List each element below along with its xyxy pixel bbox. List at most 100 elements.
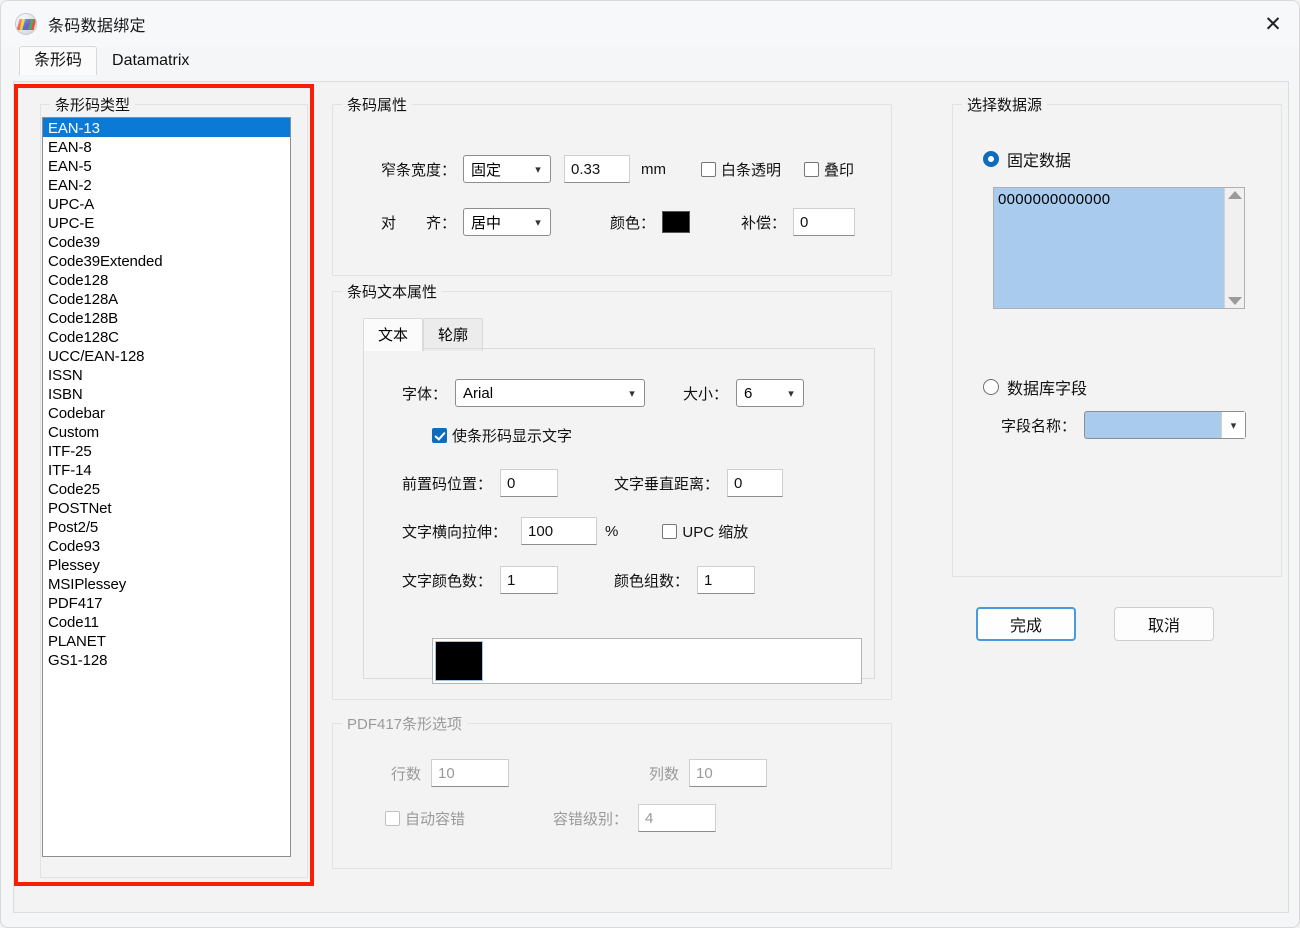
barcode-type-option[interactable]: ISBN [43,384,290,403]
compensation-input[interactable]: 0 [793,208,856,236]
show-text-checkbox[interactable]: 使条形码显示文字 [432,425,572,446]
narrow-width-label: 窄条宽度： [381,161,457,179]
barcode-type-listbox[interactable]: EAN-13 EAN-8 EAN-5 EAN-2 UPC-A UPC-E Code39 Cod… [42,117,291,857]
barcode-type-option[interactable]: UCC/EAN-128 [43,346,290,365]
checkbox-box [804,161,820,177]
text-color-chip[interactable] [435,641,483,681]
barcode-type-option[interactable]: PDF417 [43,593,290,612]
checkbox-box [701,161,717,177]
barcode-type-option[interactable]: EAN-2 [43,175,290,194]
font-select[interactable]: Arial ▾ [455,379,646,407]
align-row: 对 齐： 居中 ▾ 颜色： 补偿： 0 [381,208,856,236]
chevron-down-icon: ▾ [1221,412,1246,438]
ok-button[interactable]: 完成 [976,607,1076,641]
barcode-type-option[interactable]: Code39 [43,232,290,251]
field-name-row: 字段名称： ▾ [1001,411,1247,439]
compensation-label: 补偿： [741,214,787,232]
scroll-down-icon[interactable] [1227,297,1242,305]
barcode-type-option[interactable]: Code11 [43,612,290,631]
percent-label: % [605,522,619,540]
prefix-pos-input[interactable]: 0 [500,469,559,497]
radio-circle [983,379,999,395]
font-value: Arial [463,384,494,402]
barcode-color-swatch[interactable] [662,211,691,233]
chevron-down-icon: ▾ [629,387,635,400]
barcode-type-option[interactable]: Post2/5 [43,517,290,536]
radio-fixed-data[interactable]: 固定数据 [983,147,1071,171]
fixed-data-textarea[interactable]: 0000000000000 [993,187,1245,309]
checkbox-box [662,523,678,539]
fixed-data-scrollbar[interactable] [1224,188,1244,308]
field-name-select[interactable]: ▾ [1084,411,1247,439]
text-vertical-label: 文字垂直距离： [614,475,720,493]
barcode-type-option[interactable]: ISSN [43,365,290,384]
barcode-type-option[interactable]: Code128A [43,289,290,308]
barcode-type-option[interactable]: MSIPlessey [43,574,290,593]
barcode-type-option[interactable]: POSTNet [43,498,290,517]
barcode-type-option[interactable]: Code128C [43,327,290,346]
text-color-palette[interactable] [432,638,862,684]
barcode-type-option[interactable]: Code128B [43,308,290,327]
barcode-type-option[interactable]: PLANET [43,631,290,650]
barcode-type-option[interactable]: Code25 [43,479,290,498]
tab-datamatrix[interactable]: Datamatrix [97,46,204,75]
size-select[interactable]: 6 ▾ [736,379,805,407]
cancel-button[interactable]: 取消 [1114,607,1214,641]
text-stretch-input[interactable]: 100 [521,517,598,545]
show-text-label: 使条形码显示文字 [452,428,573,445]
window-title: 条码数据绑定 [48,18,146,35]
color-group-count-input[interactable]: 1 [697,566,756,594]
barcode-type-option[interactable]: ITF-25 [43,441,290,460]
pdf417-ec-row: 自动容错 容错级别： 4 [385,804,717,832]
dialog-window: 条码数据绑定 ✕ 条形码 Datamatrix 条形码类型 EAN-13 EAN-… [0,0,1300,928]
barcode-type-option[interactable]: Code128 [43,270,290,289]
narrow-width-input[interactable]: 0.33 [564,155,631,183]
close-icon[interactable]: ✕ [1247,1,1299,47]
db-field-label: 数据库字段 [1007,381,1088,398]
barcode-type-option[interactable]: EAN-8 [43,137,290,156]
app-barcode-icon [15,13,37,35]
barcode-type-option[interactable]: Code39Extended [43,251,290,270]
barcode-type-option[interactable]: EAN-5 [43,156,290,175]
barcode-type-option[interactable]: EAN-13 [43,118,290,137]
scroll-up-icon[interactable] [1227,191,1242,199]
white-bar-transparent-checkbox[interactable]: 白条透明 [701,159,781,180]
radio-database-field[interactable]: 数据库字段 [983,375,1087,399]
pdf417-ec-level-label: 容错级别： [553,810,629,828]
tab-text[interactable]: 文本 [363,318,424,351]
barcode-type-option[interactable]: GS1-128 [43,650,290,669]
narrow-width-row: 窄条宽度： 固定 ▾ 0.33 mm 白条透明 叠印 [381,155,854,183]
title-bar: 条码数据绑定 ✕ [1,1,1299,47]
fixed-data-value[interactable]: 0000000000000 [994,188,1224,308]
prefix-position-row: 前置码位置： 0 文字垂直距离： 0 [402,469,784,497]
text-vertical-input[interactable]: 0 [727,469,784,497]
pdf417-legend: PDF417条形选项 [342,713,468,734]
text-attrs-group: 条码文本属性 文本 轮廓 字体： Arial ▾ 大小： 6 ▾ 使条形码显示文… [332,281,892,700]
font-label: 字体： [402,385,448,403]
chevron-down-icon: ▾ [788,387,794,400]
pdf417-rows-label: 行数 [391,765,422,783]
barcode-type-option[interactable]: Plessey [43,555,290,574]
field-name-label: 字段名称： [1001,417,1077,435]
text-color-count-input[interactable]: 1 [500,566,559,594]
barcode-attrs-group: 条码属性 窄条宽度： 固定 ▾ 0.33 mm 白条透明 叠印 对 齐： 居中 … [332,94,892,276]
prefix-pos-label: 前置码位置： [402,475,493,493]
barcode-type-option[interactable]: Codebar [43,403,290,422]
align-value: 居中 [471,214,502,232]
pdf417-cols-label: 列数 [649,765,680,783]
fixed-data-label: 固定数据 [1007,153,1072,170]
barcode-type-option[interactable]: UPC-A [43,194,290,213]
text-tab-panel: 字体： Arial ▾ 大小： 6 ▾ 使条形码显示文字 前置码位置： 0 文字… [363,348,875,684]
barcode-type-option[interactable]: ITF-14 [43,460,290,479]
narrow-width-mode-select[interactable]: 固定 ▾ [463,155,552,183]
overprint-checkbox[interactable]: 叠印 [804,159,854,180]
upc-scale-checkbox[interactable]: UPC 缩放 [662,521,748,542]
barcode-type-option[interactable]: UPC-E [43,213,290,232]
align-select[interactable]: 居中 ▾ [463,208,552,236]
tab-barcode[interactable]: 条形码 [19,45,98,75]
text-attrs-legend: 条码文本属性 [342,281,443,302]
barcode-type-option[interactable]: Custom [43,422,290,441]
narrow-width-unit: mm [641,160,667,178]
barcode-type-option[interactable]: Code93 [43,536,290,555]
tab-outline[interactable]: 轮廓 [423,318,484,351]
